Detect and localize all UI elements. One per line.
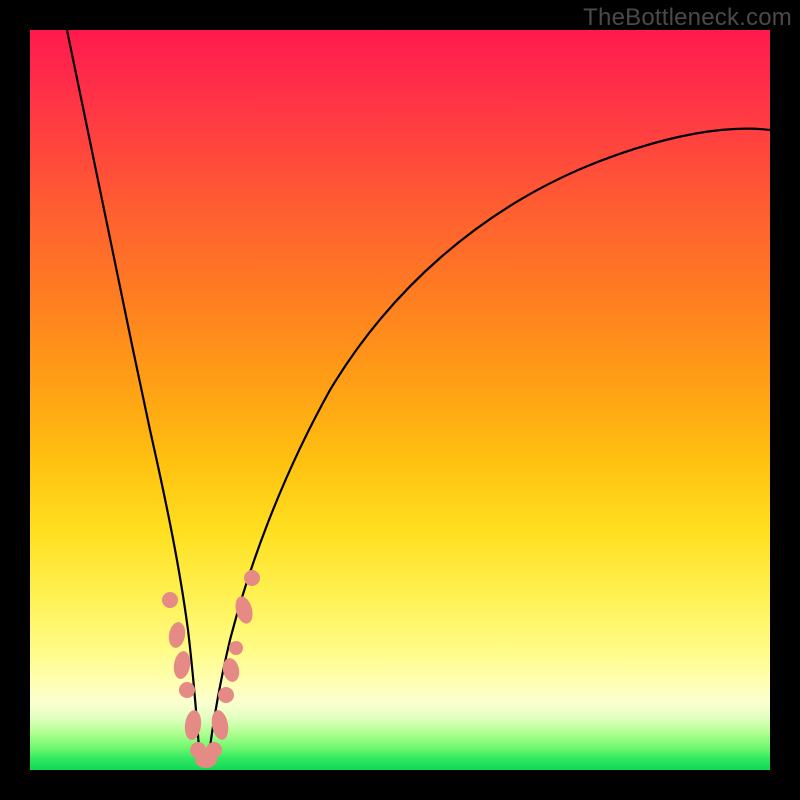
marker-dot xyxy=(244,570,260,586)
marker-dot xyxy=(210,709,231,741)
curve-right-branch xyxy=(208,129,770,762)
marker-dot xyxy=(179,682,195,698)
marker-dot xyxy=(229,641,243,655)
marker-dot xyxy=(172,650,192,680)
marker-dot xyxy=(162,592,178,608)
chart-frame: TheBottleneck.com xyxy=(0,0,800,800)
marker-dot xyxy=(167,621,187,649)
marker-dot xyxy=(218,687,234,703)
curve-left-branch xyxy=(67,30,200,762)
marker-dot xyxy=(183,709,203,741)
watermark-text: TheBottleneck.com xyxy=(583,4,792,32)
marker-dot xyxy=(221,657,242,684)
marker-dot xyxy=(206,742,222,758)
curves-svg xyxy=(30,30,770,770)
plot-area xyxy=(30,30,770,770)
